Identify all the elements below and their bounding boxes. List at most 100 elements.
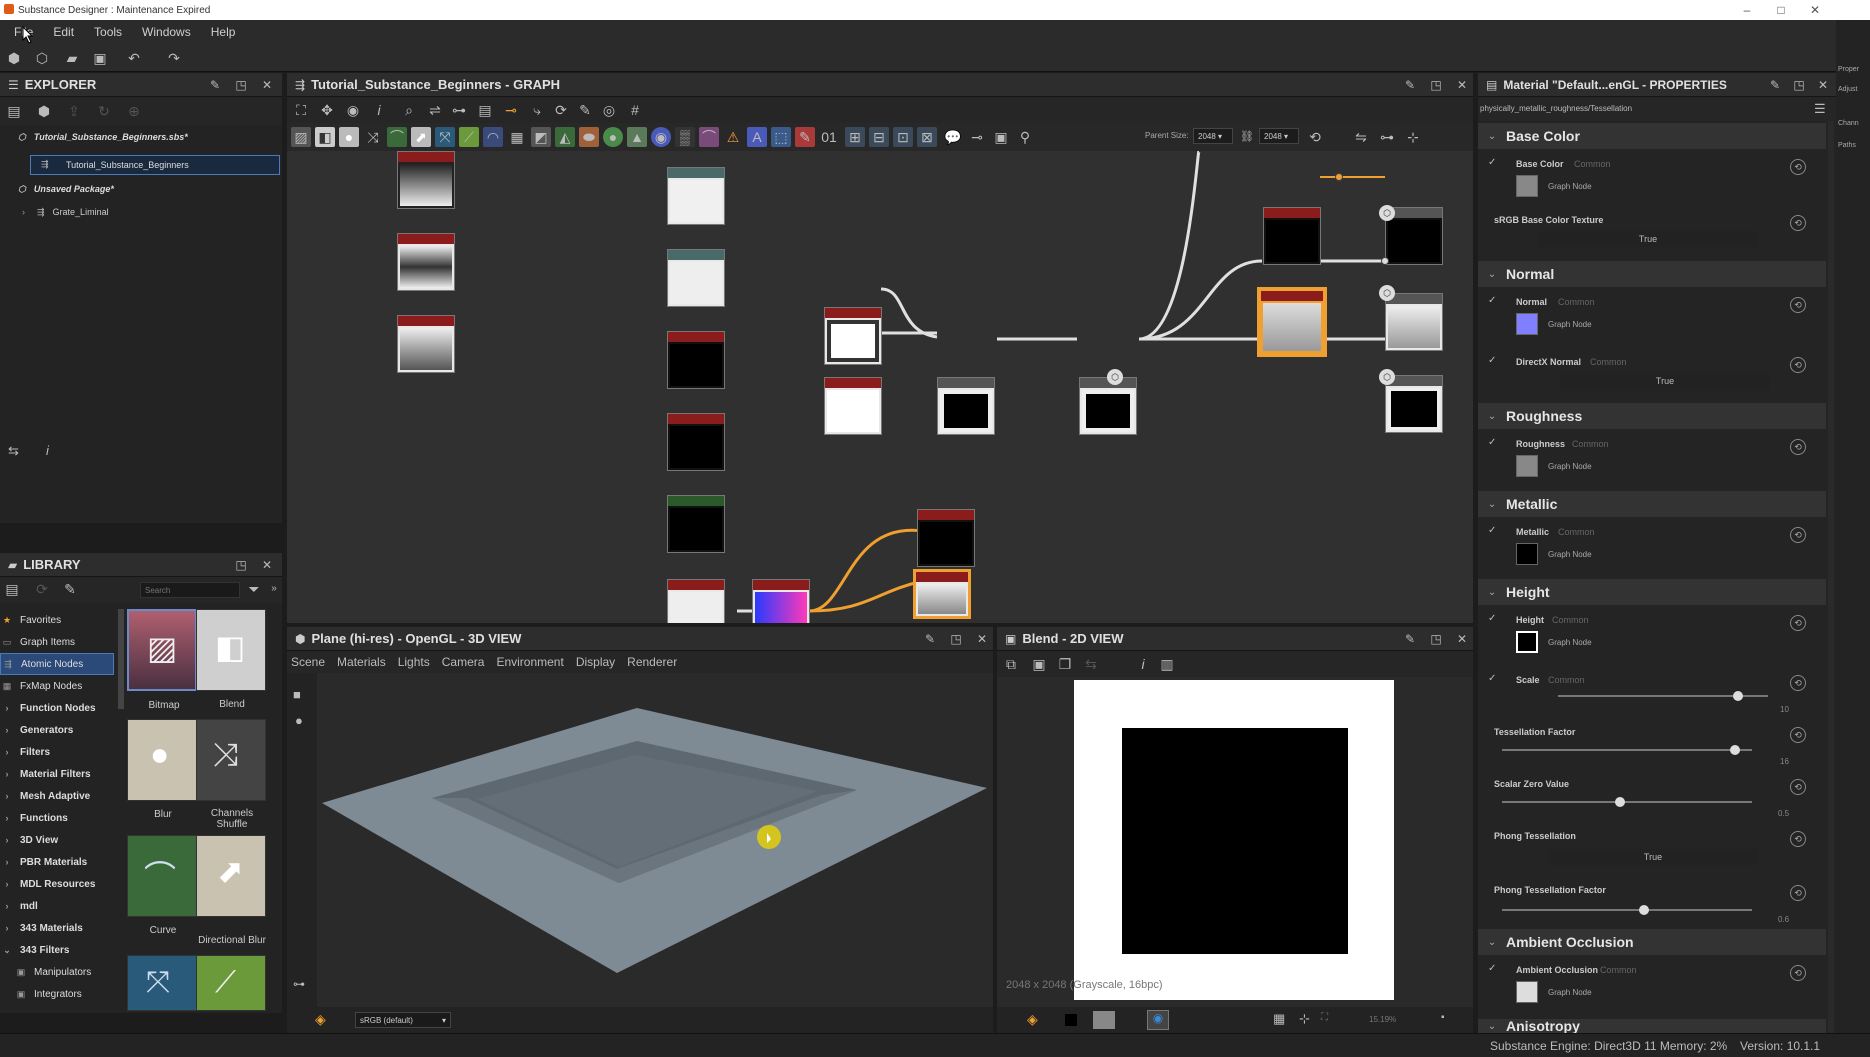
lib-cat-pbr-materials[interactable]: › PBR Materials xyxy=(0,851,120,873)
section-ambient-occlusion[interactable]: ⌄ Ambient Occlusion xyxy=(1478,929,1826,955)
refresh-icon[interactable]: ⟳ xyxy=(551,100,571,120)
lib-thumb-directional-blur[interactable]: ⬈ Directional Blur xyxy=(196,835,266,946)
lib-cat-function-nodes[interactable]: › Function Nodes xyxy=(0,697,120,719)
dirblur-node-icon[interactable]: ⬈ xyxy=(411,127,431,147)
uv-node-icon[interactable]: ⊠ xyxy=(917,127,937,147)
gradient-node-icon[interactable]: ⟋ xyxy=(459,127,479,147)
info-icon[interactable]: i xyxy=(46,443,49,458)
lib-thumb-warp[interactable]: ⤧ xyxy=(127,955,197,1011)
section-roughness[interactable]: ⌄ Roughness xyxy=(1478,403,1826,429)
blend-node-icon[interactable]: ◧ xyxy=(315,127,335,147)
graph-canvas[interactable]: ⬡ ⬡ ⬡ ⬡ xyxy=(287,151,1473,623)
tessellation-slider[interactable] xyxy=(1502,745,1752,755)
section-anisotropy[interactable]: ⌄ Anisotropy xyxy=(1478,1019,1826,1033)
reset-icon[interactable]: ⟲ xyxy=(1790,965,1806,981)
reset-icon[interactable]: ⟲ xyxy=(1790,885,1806,901)
slider-knob[interactable] xyxy=(1615,797,1625,807)
new-graph-icon[interactable]: ⬢ xyxy=(4,48,24,68)
lib-cat-343-filters[interactable]: ⌄ 343 Filters xyxy=(0,939,120,961)
warning-icon[interactable]: ⚠ xyxy=(723,127,743,147)
float-icon[interactable]: ◳ xyxy=(1427,630,1445,648)
reset-icon[interactable]: ⟲ xyxy=(1790,439,1806,455)
dock-tab-channels[interactable]: Chann xyxy=(1838,120,1859,127)
pin-icon[interactable]: ✎ xyxy=(1401,630,1419,648)
toggle-icon[interactable]: ⇋ xyxy=(1351,127,1371,147)
reset-icon[interactable]: ⟲ xyxy=(1790,159,1806,175)
gradient-map-icon[interactable]: ◉ xyxy=(651,127,671,147)
light-bulb-icon[interactable]: ● xyxy=(295,713,303,728)
close-panel-icon[interactable]: ✕ xyxy=(1453,76,1471,94)
graph-node-normal-selected[interactable] xyxy=(1257,287,1327,357)
comment-icon[interactable]: 💬 xyxy=(943,127,963,147)
lib-thumb-blend[interactable]: ◧ Blend xyxy=(196,609,266,710)
pin-icon[interactable]: ✎ xyxy=(1766,76,1784,94)
float-icon[interactable]: ◳ xyxy=(1427,76,1445,94)
lock-icon[interactable]: ▪ xyxy=(1441,1012,1445,1023)
reset-icon[interactable]: ⟲ xyxy=(1790,527,1806,543)
reset-icon[interactable]: ⟲ xyxy=(1790,675,1806,691)
section-metallic[interactable]: ⌄ Metallic xyxy=(1478,491,1826,517)
histogram-icon[interactable]: ▥ xyxy=(1157,654,1177,674)
dot-icon[interactable]: ⊸ xyxy=(967,127,987,147)
explorer-item-unsaved[interactable]: ⬡ Unsaved Package* xyxy=(18,184,114,195)
graph-node-black-2[interactable] xyxy=(667,413,725,471)
graph-node-output-roughness[interactable] xyxy=(1385,293,1443,351)
pan-icon[interactable]: ✥ xyxy=(317,100,337,120)
fit-view-icon[interactable]: ⛶ xyxy=(1321,1012,1328,1023)
library-search-input[interactable] xyxy=(140,582,240,598)
reset-icon[interactable]: ⟲ xyxy=(1790,831,1806,847)
mountain-node-icon[interactable]: ▲ xyxy=(627,127,647,147)
reload-icon[interactable]: ↻ xyxy=(94,101,114,121)
new-package-icon[interactable]: ▤ xyxy=(4,101,24,121)
menu-lights[interactable]: Lights xyxy=(398,655,430,669)
crop-icon[interactable]: ⊹ xyxy=(1299,1011,1310,1027)
lib-cat-functions[interactable]: › Functions xyxy=(0,807,120,829)
noise-node-icon[interactable]: ▒ xyxy=(675,127,695,147)
parent-size-dropdown[interactable]: 2048 ▾ xyxy=(1193,128,1233,144)
menu-materials[interactable]: Materials xyxy=(337,655,386,669)
undo-icon[interactable]: ↶ xyxy=(124,48,144,68)
menu-icon[interactable]: ☰ xyxy=(1814,101,1826,117)
float-icon[interactable]: ◳ xyxy=(232,76,250,94)
graph-node-blend-1[interactable] xyxy=(937,377,995,435)
dock-tab-adjust[interactable]: Adjust xyxy=(1838,86,1857,93)
fx-node-icon[interactable]: ⊞ xyxy=(845,127,865,147)
checkbox-icon[interactable]: ✓ xyxy=(1488,437,1498,448)
levels-node-icon[interactable]: ◭ xyxy=(555,127,575,147)
reset-icon[interactable]: ⟲ xyxy=(1790,727,1806,743)
graph-node-uniform-white-1[interactable] xyxy=(667,167,725,225)
text-node-icon[interactable]: A xyxy=(747,127,767,147)
wrench-icon[interactable]: ✎ xyxy=(575,100,595,120)
reset-icon[interactable]: ⟲ xyxy=(1790,215,1806,231)
color-swatch[interactable] xyxy=(1516,455,1538,477)
lib-cat-343-materials[interactable]: › 343 Materials xyxy=(0,917,120,939)
shape-node-icon[interactable]: ● xyxy=(603,127,623,147)
close-button[interactable]: ✕ xyxy=(1800,0,1830,20)
gray-swatch[interactable] xyxy=(1093,1011,1115,1029)
section-height[interactable]: ⌄ Height xyxy=(1478,579,1826,605)
bitmap-node-icon[interactable]: ▨ xyxy=(291,127,311,147)
lib-cat-integrators[interactable]: ▣ Integrators xyxy=(14,983,134,1005)
lib-thumb-blur[interactable]: ● Blur xyxy=(127,719,197,820)
normal-node-icon[interactable]: ⬬ xyxy=(579,127,599,147)
lib-cat-mdl[interactable]: › mdl xyxy=(0,895,120,917)
close-panel-icon[interactable]: ✕ xyxy=(258,76,276,94)
lib-cat-mdl-resources[interactable]: › MDL Resources xyxy=(0,873,120,895)
camera-icon[interactable]: ◉ xyxy=(343,100,363,120)
add-folder-icon[interactable]: ▤ xyxy=(2,579,22,599)
curve-node-icon[interactable]: ⌒ xyxy=(387,127,407,147)
open-folder-icon[interactable]: ▰ xyxy=(62,48,82,68)
color-swatch[interactable] xyxy=(1516,543,1538,565)
menu-renderer[interactable]: Renderer xyxy=(627,655,677,669)
graph-node-shape-1[interactable] xyxy=(824,307,882,365)
channels-icon[interactable]: ◉ xyxy=(1147,1010,1169,1030)
graph-node-linear-gradient-2[interactable] xyxy=(397,233,455,291)
scalar-zero-slider[interactable] xyxy=(1502,797,1752,807)
menu-display[interactable]: Display xyxy=(576,655,615,669)
hierarchy-icon[interactable]: ⊶ xyxy=(293,977,305,991)
reset-icon[interactable]: ⟲ xyxy=(1790,779,1806,795)
shuffle-node-icon[interactable]: ⤨ xyxy=(363,127,383,147)
size-dropdown[interactable]: 2048 ▾ xyxy=(1259,128,1299,144)
refresh-icon[interactable]: ⟳ xyxy=(32,579,52,599)
properties-scrollbar[interactable] xyxy=(1828,121,1834,1033)
